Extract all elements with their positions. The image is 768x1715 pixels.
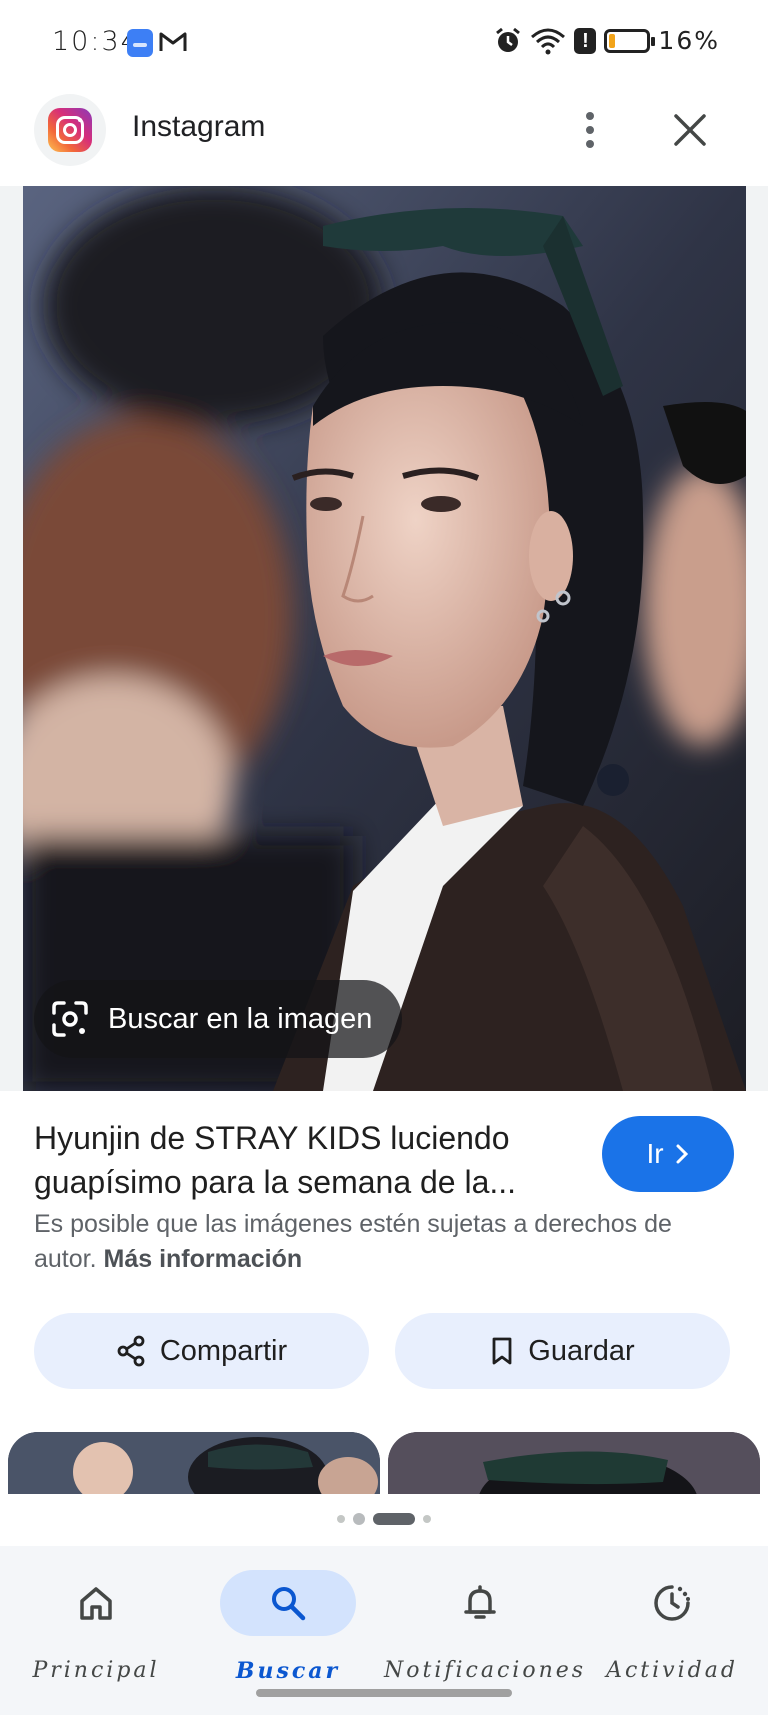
nav-pill — [604, 1570, 740, 1636]
alarm-icon — [496, 27, 521, 52]
status-bar: 10:34 ! 16% — [0, 0, 768, 88]
go-button-label: Ir — [646, 1138, 664, 1169]
battery-icon — [604, 28, 656, 53]
result-image[interactable] — [23, 186, 746, 1091]
nav-item-buscar[interactable]: Buscar — [192, 1558, 384, 1708]
share-button[interactable]: Compartir — [34, 1313, 369, 1389]
nav-label: Buscar — [235, 1658, 341, 1684]
search-icon — [272, 1587, 306, 1621]
wifi-icon — [531, 28, 566, 54]
related-photo-1 — [8, 1432, 380, 1494]
nav-pill — [412, 1570, 548, 1636]
source-name[interactable]: Instagram — [132, 110, 265, 144]
nav-pill-active — [220, 1570, 356, 1636]
go-button[interactable]: Ir — [602, 1116, 734, 1192]
home-indicator[interactable] — [256, 1689, 512, 1697]
app-notification-icon — [127, 29, 153, 57]
status-right-group: ! 16% — [494, 26, 720, 55]
search-in-image-label: Buscar en la imagen — [108, 1002, 373, 1035]
page-dot — [337, 1515, 345, 1523]
related-image-thumbnail[interactable] — [388, 1432, 760, 1494]
copyright-notice: Es posible que las imágenes estén sujeta… — [34, 1207, 734, 1277]
bell-icon — [464, 1585, 496, 1619]
nav-label: Actividad — [606, 1658, 738, 1683]
nav-item-notificaciones[interactable]: Notificaciones — [384, 1558, 587, 1708]
google-lens-icon — [52, 1001, 88, 1037]
home-icon — [80, 1587, 112, 1620]
page-dot — [353, 1513, 365, 1525]
nav-item-actividad[interactable]: Actividad — [576, 1558, 768, 1708]
nav-label: Notificaciones — [384, 1658, 587, 1683]
battery-fill — [609, 33, 616, 48]
source-avatar[interactable] — [34, 94, 106, 166]
share-label: Compartir — [159, 1334, 288, 1367]
result-photo — [23, 186, 746, 1091]
close-icon[interactable] — [668, 108, 712, 152]
nav-item-principal[interactable]: Principal — [0, 1558, 192, 1708]
related-image-thumbnail[interactable] — [8, 1432, 380, 1494]
nav-label: Principal — [32, 1658, 160, 1683]
search-in-image-button[interactable]: Buscar en la imagen — [34, 980, 403, 1058]
pagination-dots — [0, 1513, 768, 1525]
image-frame — [0, 186, 768, 1091]
bookmark-icon — [492, 1337, 512, 1365]
activity-icon — [654, 1585, 690, 1621]
source-header: Instagram — [0, 94, 768, 186]
save-label: Guardar — [528, 1334, 635, 1367]
page-dot — [423, 1515, 431, 1523]
alert-icon: ! — [574, 27, 597, 54]
result-title[interactable]: Hyunjin de STRAY KIDS luciendo guapísimo… — [34, 1116, 574, 1204]
more-info-link[interactable]: Más información — [104, 1245, 303, 1273]
more-vert-icon[interactable] — [570, 108, 610, 152]
chevron-right-icon — [676, 1144, 688, 1164]
instagram-logo-icon — [48, 108, 92, 152]
battery-percent: 16% — [658, 26, 720, 55]
gmail-icon — [159, 32, 187, 51]
page-dot-active — [373, 1513, 415, 1525]
share-icon — [117, 1335, 145, 1367]
save-button[interactable]: Guardar — [395, 1313, 730, 1389]
nav-pill — [28, 1570, 164, 1636]
related-photo-2 — [388, 1432, 760, 1494]
